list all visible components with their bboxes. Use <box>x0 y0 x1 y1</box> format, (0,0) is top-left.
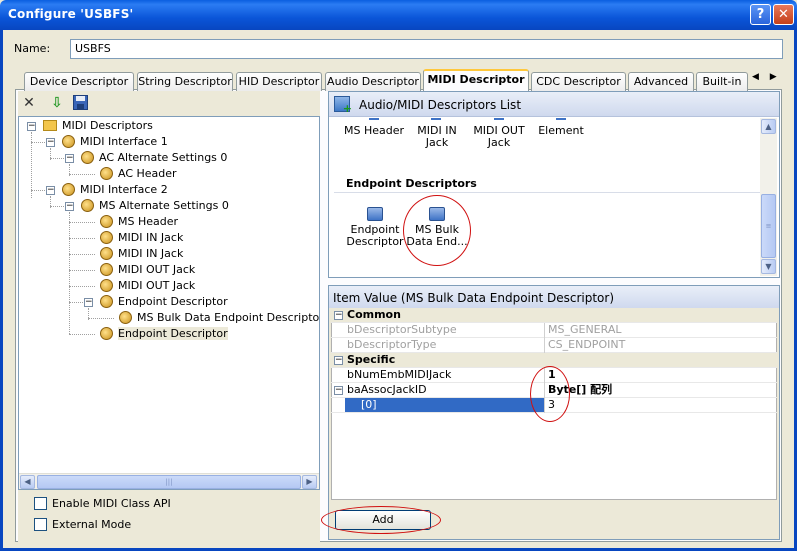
item-icon-stub <box>494 118 504 120</box>
tab-string-descriptor[interactable]: String Descriptor <box>137 72 233 91</box>
descriptor-icon <box>62 134 75 148</box>
descriptor-icon <box>100 294 113 308</box>
close-button[interactable]: ✕ <box>773 4 794 25</box>
tree-item-midi-interface-1[interactable]: MIDI Interface 1 <box>62 134 168 150</box>
tree-collapse-toggle[interactable]: − <box>27 122 36 131</box>
folder-icon <box>43 119 57 131</box>
tab-cdc-descriptor[interactable]: CDC Descriptor <box>531 72 626 91</box>
list-item-ms-bulk-data-endpoint[interactable]: MS Bulk Data End... <box>406 207 468 248</box>
tree-item-ac-alt-settings-0[interactable]: AC Alternate Settings 0 <box>81 150 227 166</box>
list-item-midi-in-jack[interactable]: MIDI IN Jack <box>410 125 464 149</box>
prop-category-common[interactable]: − Common <box>331 308 777 323</box>
tab-device-descriptor[interactable]: Device Descriptor <box>24 72 134 91</box>
tree-collapse-toggle[interactable]: − <box>65 202 74 211</box>
name-label: Name: <box>14 42 51 55</box>
list-item-ms-header[interactable]: MS Header <box>343 125 405 137</box>
tree-collapse-toggle[interactable]: − <box>46 138 55 147</box>
tree-item-endpoint-descriptor[interactable]: Endpoint Descriptor <box>100 294 228 310</box>
tree-item-ms-bulk-data-endpoint[interactable]: MS Bulk Data Endpoint Descriptor <box>119 310 319 326</box>
prop-category-specific[interactable]: − Specific <box>331 353 777 368</box>
scroll-down-button[interactable]: ▼ <box>761 259 776 274</box>
item-icon-stub <box>556 118 566 120</box>
scroll-thumb[interactable]: ||| <box>37 475 301 489</box>
descriptor-icon <box>119 310 132 324</box>
prop-row-baassocjackid[interactable]: − baAssocJackID Byte[] 配列 <box>331 383 777 398</box>
tree-item-midi-out-jack[interactable]: MIDI OUT Jack <box>100 278 195 294</box>
window-title: Configure 'USBFS' <box>8 7 134 21</box>
descriptor-icon <box>100 278 113 292</box>
scroll-thumb[interactable]: ≡ <box>761 194 776 258</box>
enable-midi-class-api-checkbox[interactable]: Enable MIDI Class API <box>34 496 171 513</box>
tree-item-ms-header[interactable]: MS Header <box>100 214 178 230</box>
tree-item-endpoint-descriptor-selected[interactable]: Endpoint Descriptor <box>100 326 228 342</box>
tab-built-in[interactable]: Built-in <box>696 72 748 91</box>
tree-item-midi-in-jack[interactable]: MIDI IN Jack <box>100 246 183 262</box>
endpoint-descriptors-title: Endpoint Descriptors <box>346 177 477 190</box>
descriptor-icon <box>100 230 113 244</box>
name-input[interactable]: USBFS <box>70 39 783 59</box>
tree-collapse-toggle[interactable]: − <box>46 186 55 195</box>
checkbox-box[interactable] <box>34 496 47 510</box>
title-bar: Configure 'USBFS' ? ✕ <box>0 0 797 30</box>
descriptor-icon <box>100 166 113 180</box>
prop-row-bnumembmidijack[interactable]: bNumEmbMIDIJack 1 <box>331 368 777 383</box>
external-mode-checkbox[interactable]: External Mode <box>34 517 131 534</box>
collapse-toggle[interactable]: − <box>334 356 343 365</box>
prop-row-bdescriptortype[interactable]: bDescriptorType CS_ENDPOINT <box>331 338 777 353</box>
list-item-midi-out-jack[interactable]: MIDI OUT Jack <box>468 125 530 149</box>
tree-item-ac-header[interactable]: AC Header <box>100 166 177 182</box>
descriptor-tree[interactable]: − − − − − − MIDI Descriptors MIDI Interf… <box>18 116 320 490</box>
item-value-title: Item Value (MS Bulk Data Endpoint Descri… <box>333 291 615 305</box>
tree-item-midi-descriptors[interactable]: MIDI Descriptors <box>43 118 153 134</box>
list-item-element[interactable]: Element <box>536 125 586 137</box>
endpoint-icon <box>429 207 445 221</box>
section-divider <box>334 192 760 193</box>
collapse-toggle[interactable]: − <box>334 311 343 320</box>
tab-advanced[interactable]: Advanced <box>628 72 694 91</box>
tab-scroll-arrows[interactable]: ◀ ▶ <box>752 72 781 82</box>
list-item-endpoint-descriptor[interactable]: Endpoint Descriptor <box>344 207 406 248</box>
descriptor-icon <box>81 150 94 164</box>
prop-row-index-0[interactable]: [0] 3 <box>331 398 777 413</box>
scroll-up-button[interactable]: ▲ <box>761 119 776 134</box>
descriptor-list-title: Audio/MIDI Descriptors List <box>359 98 522 112</box>
tab-midi-descriptor[interactable]: MIDI Descriptor <box>423 69 529 91</box>
help-button[interactable]: ? <box>750 4 771 25</box>
descriptor-icon <box>100 214 113 228</box>
descriptor-icon <box>100 246 113 260</box>
descriptor-icon <box>100 326 113 340</box>
collapse-toggle[interactable]: − <box>334 386 343 395</box>
add-descriptor-icon <box>334 96 352 115</box>
descriptor-icon <box>100 262 113 276</box>
tree-item-midi-out-jack[interactable]: MIDI OUT Jack <box>100 262 195 278</box>
tree-collapse-toggle[interactable]: − <box>65 154 74 163</box>
prop-row-bdescriptorsubtype[interactable]: bDescriptorSubtype MS_GENERAL <box>331 323 777 338</box>
descriptor-icon <box>62 182 75 196</box>
checkbox-box[interactable] <box>34 517 47 531</box>
tree-collapse-toggle[interactable]: − <box>84 298 93 307</box>
add-button[interactable]: Add <box>335 510 431 530</box>
tab-audio-descriptor[interactable]: Audio Descriptor <box>325 72 421 91</box>
tree-horizontal-scrollbar[interactable]: ◀ ||| ▶ <box>19 473 319 489</box>
save-icon[interactable] <box>72 95 88 111</box>
tab-hid-descriptor[interactable]: HID Descriptor <box>236 72 322 91</box>
delete-icon[interactable]: ✕ <box>21 95 37 111</box>
tree-item-ms-alt-settings-0[interactable]: MS Alternate Settings 0 <box>81 198 229 214</box>
descriptor-list-scrollbar[interactable]: ▲ ≡ ▼ <box>760 118 777 276</box>
scroll-right-button[interactable]: ▶ <box>302 475 317 489</box>
tree-item-midi-interface-2[interactable]: MIDI Interface 2 <box>62 182 168 198</box>
item-icon-stub <box>431 118 441 120</box>
descriptor-icon <box>81 198 94 212</box>
item-icon-stub <box>369 118 379 120</box>
endpoint-icon <box>367 207 383 221</box>
scroll-left-button[interactable]: ◀ <box>20 475 35 489</box>
down-arrow-icon[interactable]: ⇩ <box>49 95 65 111</box>
tree-item-midi-in-jack[interactable]: MIDI IN Jack <box>100 230 183 246</box>
